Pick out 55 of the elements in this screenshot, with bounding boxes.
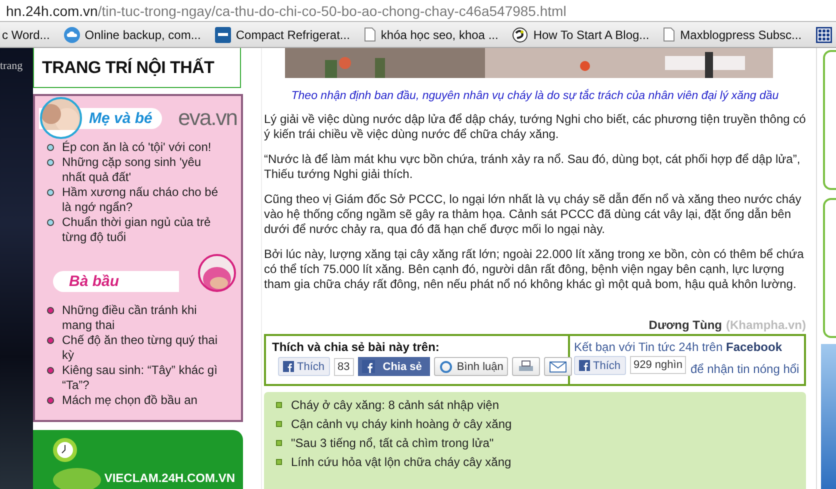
like-count: 83 — [334, 358, 354, 376]
mail-icon — [549, 360, 568, 372]
bookmark[interactable]: Compact Refrigerat... — [214, 26, 350, 42]
article-paragraph: Lý giải về việc dùng nước dập lửa để dập cháy, tướng Nghi cho biết, các phương tiện truyền thông có ý kiến trái chiều về việc dùng nước để chữa cháy xăng. — [264, 112, 806, 142]
article-paragraph: Bởi lúc này, lượng xăng tại cây xăng rất lớn; ngoài 22.000 lít xăng trong xe bồn, còn có thêm bể chứa có thể tích 75.000 lít xăng. Bên cạnh đó, người dân rất đông, bệnh viện ngay bên cạnh, lực lượng tham gia chữa cháy rất đông, nên nếu phát nổ nó không khác gì một quả bom, hậu quả khôn lường. — [264, 247, 805, 292]
bookmark[interactable]: Online backup, com... — [64, 26, 201, 42]
page-icon — [663, 27, 676, 42]
page-icon — [364, 27, 376, 42]
like-button[interactable]: Thích — [278, 357, 330, 376]
share-button[interactable]: Chia sẻ — [358, 357, 430, 376]
photo-caption: Theo nhận định ban đầu, nguyên nhân vụ cháy là do sự tắc trách của nhân viên đại lý xăng dầu — [290, 90, 780, 102]
article-paragraph: Cũng theo vị Giám đốc Sở PCCC, lo ngại lớn nhất là vụ cháy sẽ dẫn đến nổ và xăng theo nước cháy vào hệ thống cống ngầm sẽ gây ra thảm họa. Cảnh sát PCCC đã dùng cát vây lại, đặt ống dẫn bên dưới để nước chảy ra, qua đó đã hạn chế được mối lo ngại này. — [264, 192, 802, 237]
page-like-button[interactable]: Thích — [574, 356, 626, 375]
related-link[interactable]: Lính cứu hỏa vật lộn chữa cháy cây xăng — [276, 455, 806, 469]
email-button[interactable] — [544, 357, 572, 376]
sidebar-link[interactable]: Mách mẹ chọn đồ bầu an — [62, 393, 198, 408]
facebook-icon — [362, 360, 375, 373]
follow-text: Kết bạn với Tin tức 24h trên Facebook — [574, 340, 784, 354]
sidebar-link[interactable]: Hầm xương nấu cháo cho bé là ngớ ngẩn? — [62, 185, 221, 215]
follow-suffix: để nhận tin nóng hổi — [690, 362, 800, 376]
bookmark[interactable] — [816, 26, 832, 42]
author-name: Dương Tùng — [648, 318, 722, 332]
section-title: Bà bầu — [53, 270, 180, 292]
comment-button[interactable]: Bình luận — [434, 357, 508, 376]
cloud-icon — [64, 26, 80, 42]
sidebar-link[interactable]: Chuẩn thời gian ngủ của trẻ từng độ tuổi — [62, 215, 221, 245]
printer-icon — [517, 360, 536, 373]
share-title: Thích và chia sẻ bài này trên: — [272, 340, 440, 354]
ad-label: trang — [0, 60, 24, 72]
bookmark[interactable]: How To Start A Blog... — [512, 26, 650, 42]
sidebar-link[interactable]: Chế độ ăn theo từng quý thai kỳ — [62, 333, 221, 363]
grid-icon — [816, 26, 832, 42]
comment-icon — [438, 360, 453, 372]
eva-logo: eva.vn — [178, 105, 237, 131]
article-paragraph: “Nước là để làm mát khu vực bồn chứa, tránh xảy ra nổ. Sau đó, dùng bọt, cát phối hợp để dập lửa”, Thiếu tướng Nghi giải thích. — [264, 152, 802, 182]
job-banner[interactable]: VIECLAM.24H.COM.VN — [33, 430, 243, 489]
facebook-icon — [579, 360, 590, 371]
related-link[interactable]: Cháy ở cây xăng: 8 cảnh sát nhập viện — [276, 398, 806, 412]
motorbike-ad[interactable]: trang — [0, 48, 33, 489]
bookmark[interactable]: Maxblogpress Subsc... — [663, 27, 802, 42]
source-name: (Khampha.vn) — [726, 318, 806, 332]
bookmark[interactable]: c Word... — [2, 28, 50, 42]
bookmark[interactable]: khóa học seo, khoa ... — [364, 27, 498, 42]
facebook-icon — [283, 361, 294, 372]
job-site-label: VIECLAM.24H.COM.VN — [104, 471, 235, 485]
sidebar-link[interactable]: Kiêng sau sinh: “Tây” khác gì “Ta”? — [62, 363, 221, 393]
sidebar-link[interactable]: Những điều cần tránh khi mang thai — [62, 303, 221, 333]
print-button[interactable] — [512, 357, 540, 376]
interior-banner[interactable]: TRANG TRÍ NỘI THẤT — [33, 48, 241, 88]
sidebar-link[interactable]: Ép con ăn là có 'tội' với con! — [62, 140, 212, 155]
page-like-count: 929 nghìn — [630, 356, 686, 374]
related-link[interactable]: "Sau 3 tiếng nổ, tất cả chìm trong lửa" — [276, 436, 806, 450]
side-ad[interactable] — [821, 344, 836, 489]
related-link[interactable]: Cận cảnh vụ cháy kinh hoàng ở cây xăng — [276, 417, 806, 431]
sidebar-link[interactable]: Những cặp song sinh 'yêu nhất quả đất' — [62, 155, 221, 185]
